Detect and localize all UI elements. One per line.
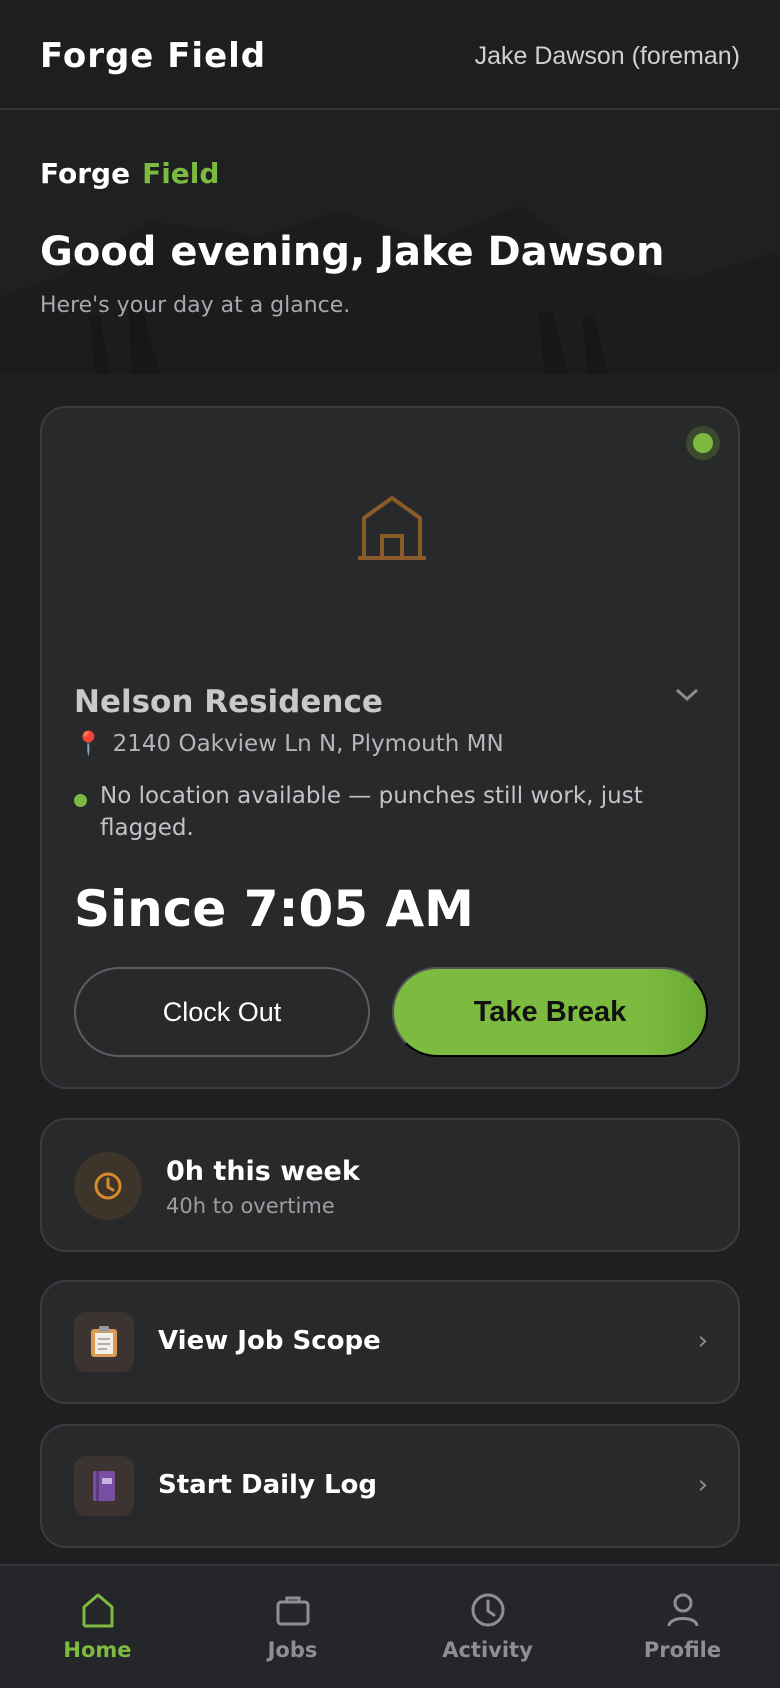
chevron-right-icon: › xyxy=(697,1470,708,1500)
clipboard-icon xyxy=(74,1312,134,1372)
nav-activity[interactable]: Activity xyxy=(390,1566,585,1688)
hero-brand-forge: Forge xyxy=(40,157,131,190)
overtime-remaining: 40h to overtime xyxy=(166,1194,335,1218)
app-title: Forge Field xyxy=(40,36,267,76)
app-bar: Forge Field Jake Dawson (foreman) xyxy=(0,0,780,110)
nav-home-label: Home xyxy=(63,1638,132,1662)
greeting-subtitle: Here's your day at a glance. xyxy=(40,293,351,318)
nav-jobs-label: Jobs xyxy=(267,1638,318,1662)
hero-brand: Forge Field xyxy=(40,157,219,190)
job-address-text: 2140 Oakview Ln N, Plymouth MN xyxy=(112,731,504,757)
take-break-button[interactable]: Take Break xyxy=(392,967,708,1057)
briefcase-icon xyxy=(276,1596,309,1626)
clock-out-button[interactable]: Clock Out xyxy=(74,967,370,1057)
hero-brand-field: Field xyxy=(142,157,220,190)
status-indicator xyxy=(686,426,720,460)
clock-icon xyxy=(471,1593,504,1627)
location-note-text: No location available — punches still wo… xyxy=(100,783,643,841)
person-icon xyxy=(667,1593,698,1627)
view-job-scope-label: View Job Scope xyxy=(158,1326,381,1356)
hero-banner: Forge Field Good evening, Jake Dawson Her… xyxy=(0,111,780,374)
current-job-card: Nelson Residence 📍 2140 Oakview Ln N, Ply… xyxy=(40,406,740,1089)
location-status-dot xyxy=(74,794,87,807)
start-daily-log-button[interactable]: Start Daily Log › xyxy=(40,1424,740,1548)
pin-icon: 📍 xyxy=(74,731,103,757)
nav-profile-label: Profile xyxy=(643,1638,722,1662)
bottom-nav: Home Jobs Activity Profile xyxy=(0,1564,780,1688)
user-name[interactable]: Jake Dawson (foreman) xyxy=(475,42,740,71)
view-job-scope-button[interactable]: View Job Scope › xyxy=(40,1280,740,1404)
nav-jobs[interactable]: Jobs xyxy=(195,1566,390,1688)
nav-activity-label: Activity xyxy=(442,1638,533,1662)
chevron-down-icon[interactable] xyxy=(674,686,700,704)
nav-profile[interactable]: Profile xyxy=(585,1566,780,1688)
location-note: No location available — punches still wo… xyxy=(74,780,674,844)
start-daily-log-label: Start Daily Log xyxy=(158,1470,377,1500)
greeting: Good evening, Jake Dawson xyxy=(40,229,665,275)
clock-icon xyxy=(74,1152,142,1220)
home-icon xyxy=(82,1593,113,1628)
job-name: Nelson Residence xyxy=(74,684,383,720)
hours-total: 0h this week xyxy=(166,1156,360,1187)
clock-in-time: Since 7:05 AM xyxy=(74,880,474,938)
job-address: 📍 2140 Oakview Ln N, Plymouth MN xyxy=(74,730,504,757)
nav-home[interactable]: Home xyxy=(0,1566,195,1688)
chevron-right-icon: › xyxy=(697,1326,708,1356)
house-icon xyxy=(358,496,426,560)
weekly-hours-card[interactable]: 0h this week 40h to overtime xyxy=(40,1118,740,1252)
notebook-icon xyxy=(74,1456,134,1516)
